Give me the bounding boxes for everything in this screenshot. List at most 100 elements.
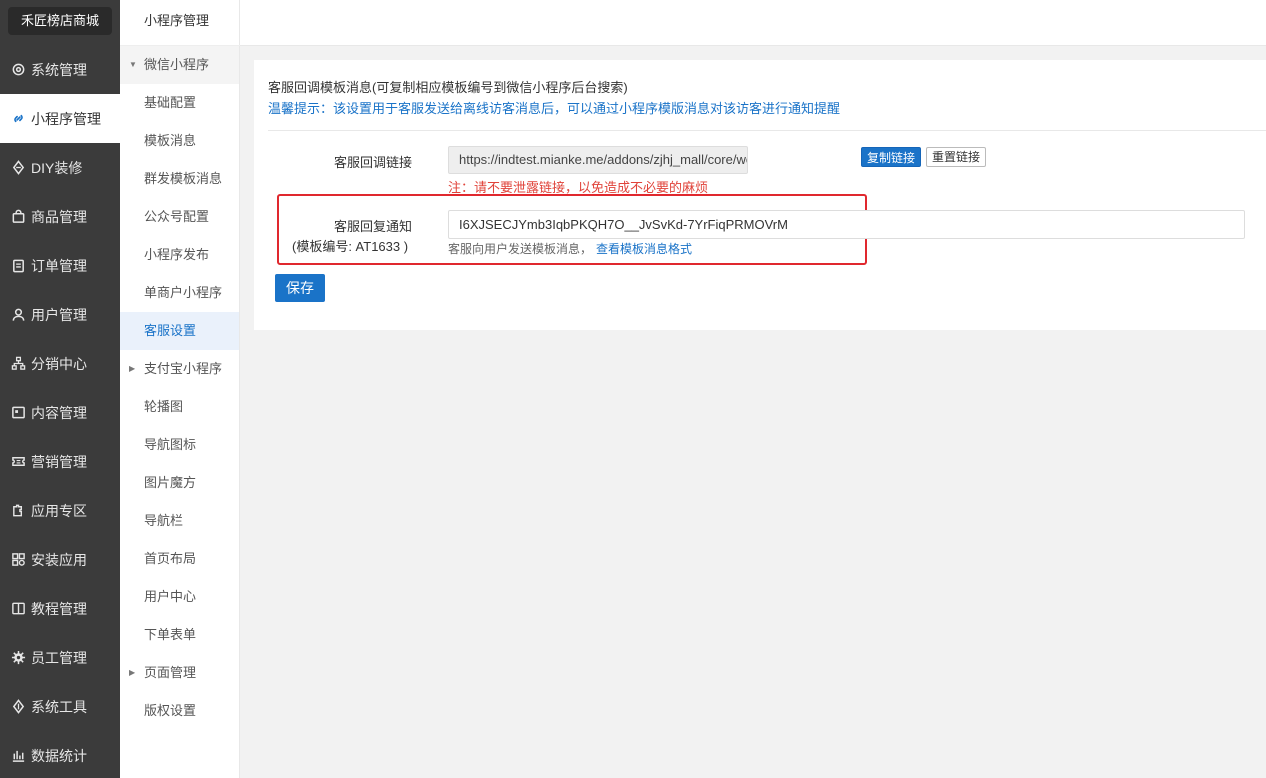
callback-link-input[interactable]: https://indtest.mianke.me/addons/zjhj_ma… xyxy=(448,146,748,174)
subnav-item-label: 客服设置 xyxy=(144,323,197,338)
sidebar-item-label: 订单管理 xyxy=(31,257,87,274)
sidebar-item-9[interactable]: 营销管理 xyxy=(0,437,120,486)
subnav-item-6[interactable]: 小程序发布 xyxy=(120,236,239,274)
sidebar-item-label: 用户管理 xyxy=(31,306,87,323)
subnav-item-label: 轮播图 xyxy=(144,399,184,414)
sidebar-item-4[interactable]: 商品管理 xyxy=(0,192,120,241)
subnav-item-label: 导航图标 xyxy=(144,437,197,452)
subnav-item-label: 微信小程序 xyxy=(144,57,210,72)
sidebar-item-label: 分销中心 xyxy=(31,355,87,372)
reply-template-id: (模板编号: AT1633 ) xyxy=(292,239,409,254)
sub-sidebar: 小程序管理 ▼ 微信小程序基础配置模板消息群发模板消息 公众号配置小程序发布单商户小… xyxy=(120,0,240,778)
ticket-icon xyxy=(10,454,26,470)
puzzle-icon xyxy=(10,503,26,519)
subnav-item-8[interactable]: 客服设置 xyxy=(120,312,239,350)
tool-icon xyxy=(10,699,26,715)
sidebar-item-label: 内容管理 xyxy=(31,404,87,421)
subnav-item-label: 单商户小程序 xyxy=(144,285,223,300)
sidebar-item-3[interactable]: DIY装修 xyxy=(0,143,120,192)
subnav-item-label: 版权设置 xyxy=(144,703,197,718)
document-icon xyxy=(10,405,26,421)
sidebar-item-label: 营销管理 xyxy=(31,453,87,470)
subnav-item-12[interactable]: 图片魔方 xyxy=(120,464,239,502)
bag-icon xyxy=(10,209,26,225)
sidebar-item-14[interactable]: 系统工具 xyxy=(0,682,120,731)
save-button[interactable]: 保存 xyxy=(275,274,325,302)
subnav-item-17[interactable]: ▶ 页面管理 xyxy=(120,654,239,692)
subnav-item-18[interactable]: 版权设置 xyxy=(120,692,239,730)
view-template-format-link[interactable]: 查看模板消息格式 xyxy=(596,242,692,256)
sidebar-item-label: 员工管理 xyxy=(31,649,87,666)
subnav-item-11[interactable]: 导航图标 xyxy=(120,426,239,464)
subnav-item-13[interactable]: 导航栏 xyxy=(120,502,239,540)
sidebar-item-label: 数据统计 xyxy=(31,747,87,764)
user-icon xyxy=(10,307,26,323)
subnav-item-14[interactable]: 首页布局 xyxy=(120,540,239,578)
top-bar xyxy=(240,0,1266,46)
tree-icon xyxy=(10,356,26,372)
reply-hint: 客服向用户发送模板消息， 查看模板消息格式 xyxy=(448,240,692,257)
subnav-item-label: 用户中心 xyxy=(144,589,197,604)
subnav-item-label: 首页布局 xyxy=(144,551,197,566)
sidebar-item-label: 系统工具 xyxy=(31,698,87,715)
sidebar-item-12[interactable]: 教程管理 xyxy=(0,584,120,633)
sidebar-item-10[interactable]: 应用专区 xyxy=(0,486,120,535)
subnav-item-16[interactable]: 下单表单 xyxy=(120,616,239,654)
reply-notice-label: 客服回复通知 xyxy=(334,219,413,234)
subnav-item-label: 图片魔方 xyxy=(144,475,197,490)
copy-link-button[interactable]: 复制链接 xyxy=(861,147,922,167)
subnav-item-4[interactable]: 群发模板消息 xyxy=(120,160,239,198)
sidebar-item-7[interactable]: 分销中心 xyxy=(0,339,120,388)
diamond-icon xyxy=(10,160,26,176)
main-sidebar: 禾匠榜店商城 系统管理小程序管理 DIY装修商品管理订单管理用户管理分销中心内容管… xyxy=(0,0,120,778)
reply-template-input[interactable]: I6XJSECJYmb3IqbPKQH7O__JvSvKd-7YrFiqPRMO… xyxy=(448,210,1245,239)
sidebar-item-2[interactable]: 小程序管理 xyxy=(0,94,120,143)
subnav-item-label: 基础配置 xyxy=(144,95,197,110)
sidebar-item-label: 商品管理 xyxy=(31,208,87,225)
callback-link-label: 客服回调链接 xyxy=(334,155,413,170)
sidebar-item-label: 小程序管理 xyxy=(31,110,101,127)
brand-logo[interactable]: 禾匠榜店商城 xyxy=(8,7,112,35)
sidebar-item-11[interactable]: 安装应用 xyxy=(0,535,120,584)
subnav-item-1[interactable]: ▼ 微信小程序 xyxy=(120,46,239,84)
subnav-item-3[interactable]: 模板消息 xyxy=(120,122,239,160)
subnav-item-9[interactable]: ▶ 支付宝小程序 xyxy=(120,350,239,388)
subnav-item-10[interactable]: 轮播图 xyxy=(120,388,239,426)
caret-down-icon: ▼ xyxy=(129,60,137,69)
subnav-item-label: 模板消息 xyxy=(144,133,197,148)
subnav-item-label: 群发模板消息 xyxy=(144,171,223,186)
sidebar-item-5[interactable]: 订单管理 xyxy=(0,241,120,290)
subnav-item-label: 下单表单 xyxy=(144,627,197,642)
reset-link-button[interactable]: 重置链接 xyxy=(926,147,987,167)
grid-icon xyxy=(10,552,26,568)
gear-icon xyxy=(10,62,26,78)
sidebar-item-15[interactable]: 数据统计 xyxy=(0,731,120,778)
clipboard-icon xyxy=(10,258,26,274)
sidebar-item-6[interactable]: 用户管理 xyxy=(0,290,120,339)
divider xyxy=(268,130,1266,131)
chart-icon xyxy=(10,748,26,764)
sub-sidebar-title: 小程序管理 xyxy=(120,0,240,46)
subnav-item-label: 支付宝小程序 xyxy=(144,361,223,376)
caret-right-icon: ▶ xyxy=(129,364,136,373)
link-icon xyxy=(10,111,26,127)
cog-icon xyxy=(10,650,26,666)
sidebar-item-label: 安装应用 xyxy=(31,551,87,568)
subnav-item-2[interactable]: 基础配置 xyxy=(120,84,239,122)
section-tip: 温馨提示：该设置用于客服发送给离线访客消息后，可以通过小程序模版消息对该访客进行… xyxy=(268,101,841,116)
reply-hint-text: 客服向用户发送模板消息， xyxy=(448,242,593,256)
book-icon xyxy=(10,601,26,617)
section-title: 客服回调模板消息(可复制相应模板编号到微信小程序后台搜索) xyxy=(268,80,628,95)
content-panel: 客服回调模板消息(可复制相应模板编号到微信小程序后台搜索) 温馨提示：该设置用于… xyxy=(254,60,1266,330)
subnav-item-7[interactable]: 单商户小程序 xyxy=(120,274,239,312)
sidebar-item-13[interactable]: 员工管理 xyxy=(0,633,120,682)
subnav-item-5[interactable]: 公众号配置 xyxy=(120,198,239,236)
sidebar-item-8[interactable]: 内容管理 xyxy=(0,388,120,437)
sidebar-item-label: 教程管理 xyxy=(31,600,87,617)
subnav-item-15[interactable]: 用户中心 xyxy=(120,578,239,616)
sidebar-item-label: DIY装修 xyxy=(31,159,83,176)
caret-right-icon: ▶ xyxy=(129,668,136,677)
sidebar-item-1[interactable]: 系统管理 xyxy=(0,45,120,94)
subnav-item-label: 公众号配置 xyxy=(144,209,210,224)
subnav-item-label: 小程序发布 xyxy=(144,247,210,262)
